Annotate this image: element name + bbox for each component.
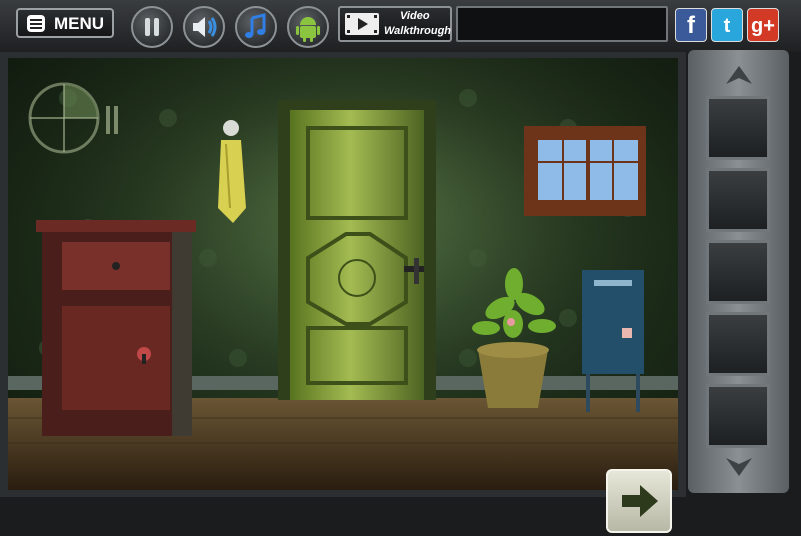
googleplus-button[interactable]: g+ [747, 8, 779, 42]
twitter-button[interactable]: t [711, 8, 743, 42]
inventory-slot-4[interactable] [706, 312, 770, 376]
googleplus-icon: g+ [751, 15, 775, 37]
inventory-slot-2[interactable] [706, 168, 770, 232]
inventory-panel [688, 50, 789, 493]
video-label-line1: Video [400, 10, 430, 22]
top-toolbar: MENU Video Walkthrough f t g+ [0, 0, 801, 52]
red-cabinet [36, 220, 196, 436]
facebook-button[interactable]: f [675, 8, 707, 42]
room-scene [8, 58, 678, 490]
facebook-icon: f [687, 12, 695, 39]
arrow-right-icon [622, 485, 658, 517]
scroll-down-icon[interactable] [724, 456, 754, 478]
inventory-slot-3[interactable] [706, 240, 770, 304]
pause-icon [145, 18, 159, 36]
scroll-up-icon[interactable] [724, 64, 754, 86]
wall-window [524, 126, 646, 216]
inventory-slot-5[interactable] [706, 384, 770, 448]
sound-button[interactable] [183, 6, 225, 48]
music-note-icon [245, 13, 266, 38]
android-button[interactable] [287, 6, 329, 48]
menu-label: MENU [54, 14, 105, 33]
twitter-icon: t [723, 15, 731, 37]
main-door [278, 100, 436, 400]
android-icon [296, 17, 320, 42]
next-scene-button[interactable] [606, 469, 672, 533]
menu-button[interactable]: MENU [16, 8, 114, 38]
hamburger-icon [27, 15, 45, 32]
film-icon [345, 13, 379, 35]
video-walkthrough-button[interactable]: Video Walkthrough [338, 6, 452, 42]
room-svg [8, 58, 678, 490]
music-button[interactable] [235, 6, 277, 48]
inventory-slot-1[interactable] [706, 96, 770, 160]
message-bar [456, 6, 668, 42]
pause-button[interactable] [131, 6, 173, 48]
scene-frame [0, 52, 686, 533]
video-label-line2: Walkthrough [384, 25, 452, 37]
speaker-icon [193, 17, 217, 37]
